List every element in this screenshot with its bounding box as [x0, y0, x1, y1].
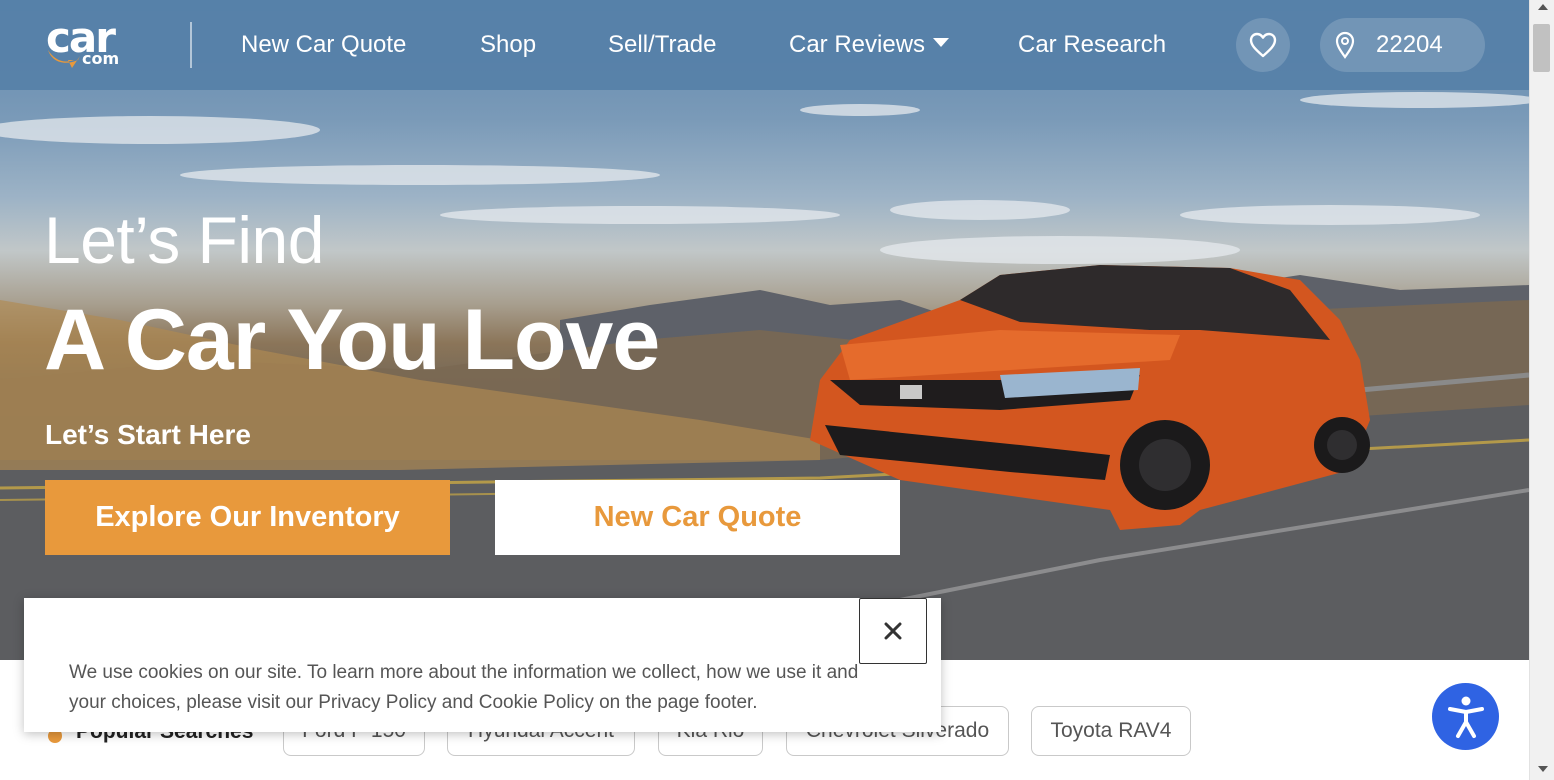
cookie-close-button[interactable] [859, 598, 927, 664]
cookie-message: We use cookies on our site. To learn mor… [69, 662, 859, 713]
explore-inventory-button[interactable]: Explore Our Inventory [45, 480, 450, 555]
nav-car-research[interactable]: Car Research [1018, 30, 1166, 60]
chevron-down-icon [933, 38, 950, 47]
nav-new-car-quote[interactable]: New Car Quote [241, 30, 406, 60]
cookie-banner: We use cookies on our site. To learn mor… [24, 598, 941, 732]
location-zip-button[interactable]: 22204 [1320, 18, 1485, 72]
logo-swoosh-icon [48, 50, 80, 68]
carcom-logo[interactable]: car com [46, 14, 150, 70]
favorites-button[interactable] [1236, 18, 1290, 72]
logo-com-text: com [82, 49, 120, 68]
heart-icon [1249, 32, 1277, 58]
scroll-down-arrow-icon[interactable] [1538, 766, 1548, 772]
header-divider [190, 22, 192, 68]
page-scrollbar[interactable] [1529, 0, 1554, 780]
nav-sell-trade[interactable]: Sell/Trade [608, 30, 717, 60]
hero-subtitle: Let’s Start Here [45, 419, 251, 450]
popular-search-toyota-rav4[interactable]: Toyota RAV4 [1031, 706, 1191, 756]
nav-car-reviews[interactable]: Car Reviews [789, 30, 950, 60]
accessibility-button[interactable] [1432, 683, 1499, 750]
accessibility-icon [1447, 696, 1484, 738]
scrollbar-thumb[interactable] [1533, 24, 1550, 72]
close-icon [884, 622, 902, 640]
page: Let’s Find A Car You Love Let’s Start He… [0, 0, 1529, 780]
site-header: car com New Car Quote Shop Sell/Trade Ca… [0, 0, 1529, 90]
map-pin-icon [1335, 31, 1355, 59]
nav-car-reviews-label: Car Reviews [789, 31, 926, 58]
hero-title-line1: Let’s Find [44, 203, 324, 277]
hero-title-line2: A Car You Love [44, 292, 660, 388]
new-car-quote-button[interactable]: New Car Quote [495, 480, 900, 555]
hero-banner: Let’s Find A Car You Love Let’s Start He… [0, 0, 1529, 660]
scroll-up-arrow-icon[interactable] [1538, 4, 1548, 10]
zip-code: 22204 [1376, 31, 1443, 58]
nav-shop[interactable]: Shop [480, 30, 536, 60]
